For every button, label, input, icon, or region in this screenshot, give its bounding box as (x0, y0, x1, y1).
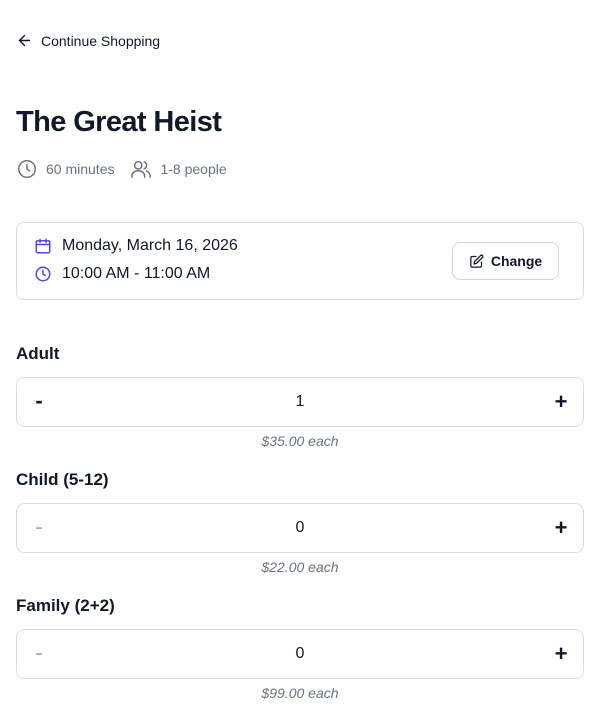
clock-icon (35, 266, 51, 282)
page-title: The Great Heist (16, 106, 222, 138)
unit-price: $99.00 each (261, 685, 339, 701)
decrement-button[interactable]: - (17, 378, 61, 426)
booking-date: Monday, March 16, 2026 (34, 237, 238, 255)
change-booking-button[interactable]: Change (452, 242, 559, 280)
ticket-type-family: Family (2+2) - 0 + $99.00 each (16, 594, 584, 701)
group-size-text: 1-8 people (160, 161, 227, 177)
edit-icon (470, 254, 484, 268)
increment-button[interactable]: + (539, 630, 583, 678)
ticket-selection-page: Continue Shopping The Great Heist 60 min… (0, 0, 600, 720)
ticket-type-adult: Adult - 1 + $35.00 each (16, 342, 584, 449)
quantity-stepper: - 0 + (16, 629, 584, 679)
quantity-value: 0 (295, 519, 305, 536)
ticket-type-child: Child (5-12) - 0 + $22.00 each (16, 468, 584, 575)
decrement-button[interactable]: - (17, 630, 61, 678)
booking-time: 10:00 AM - 11:00 AM (34, 265, 210, 283)
duration-text: 60 minutes (46, 161, 115, 177)
group-size-info: 1-8 people (130, 158, 227, 180)
decrement-button[interactable]: - (17, 504, 61, 552)
unit-price: $35.00 each (261, 433, 339, 449)
experience-meta: 60 minutes 1-8 people (16, 158, 227, 180)
booking-date-text: Monday, March 16, 2026 (62, 237, 238, 254)
ticket-label: Child (5-12) (16, 470, 109, 489)
booking-time-text: 10:00 AM - 11:00 AM (62, 265, 211, 282)
continue-shopping-link[interactable]: Continue Shopping (16, 32, 160, 49)
clock-icon (18, 160, 36, 178)
increment-button[interactable]: + (539, 378, 583, 426)
quantity-display-wrap: 0 (17, 504, 583, 552)
arrow-left-icon (18, 34, 31, 47)
unit-price: $22.00 each (261, 559, 339, 575)
change-button-label: Change (490, 253, 543, 269)
quantity-display-wrap: 1 (17, 378, 583, 426)
users-icon (131, 160, 152, 178)
duration-info: 60 minutes (16, 158, 114, 180)
booking-summary-card: Monday, March 16, 2026 10:00 AM - 11:00 … (16, 222, 584, 300)
continue-shopping-label: Continue Shopping (41, 32, 161, 49)
ticket-label: Family (2+2) (16, 596, 115, 615)
ticket-label: Adult (16, 344, 60, 363)
increment-button[interactable]: + (539, 504, 583, 552)
quantity-value: 1 (295, 393, 305, 410)
quantity-stepper: - 1 + (16, 377, 584, 427)
quantity-stepper: - 0 + (16, 503, 584, 553)
quantity-display-wrap: 0 (17, 630, 583, 678)
calendar-icon (35, 238, 51, 254)
quantity-value: 0 (295, 645, 305, 662)
